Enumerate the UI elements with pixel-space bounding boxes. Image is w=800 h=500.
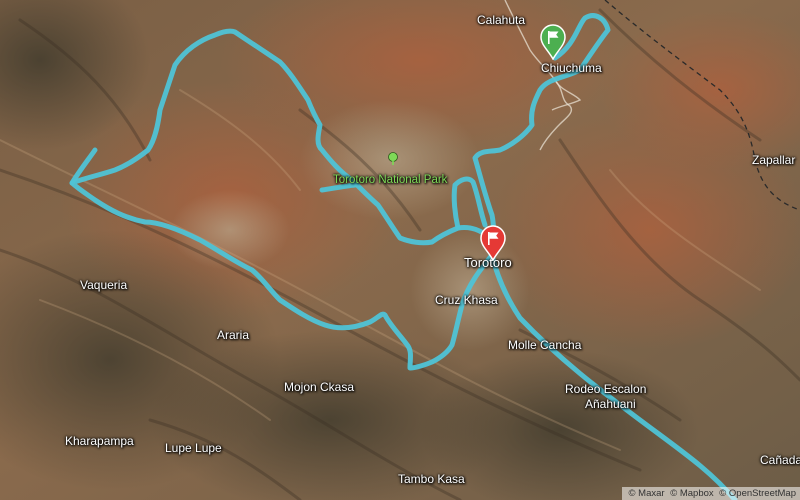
place-label-mojon-ckasa: Mojon Ckasa xyxy=(284,380,355,394)
attribution-osm[interactable]: © OpenStreetMap xyxy=(719,488,796,499)
end-marker[interactable] xyxy=(479,225,507,261)
place-label-canada: Cañada xyxy=(760,453,800,467)
map-attribution: © Maxar © Mapbox © OpenStreetMap xyxy=(621,487,800,500)
place-label-araria: Araria xyxy=(217,328,250,342)
place-label-anahuani: Añahuani xyxy=(585,397,636,411)
place-label-tambo-kasa: Tambo Kasa xyxy=(398,472,465,486)
place-label-lupe-lupe: Lupe Lupe xyxy=(165,441,222,455)
park-label: Torotoro National Park xyxy=(333,174,448,186)
start-marker[interactable] xyxy=(539,24,567,60)
place-label-zapallar: Zapallar xyxy=(752,153,796,167)
place-label-rodeo-escalon: Rodeo Escalon xyxy=(565,382,647,396)
place-label-calahuta: Calahuta xyxy=(477,13,526,27)
attribution-mapbox[interactable]: © Mapbox xyxy=(670,488,713,499)
satellite-terrain xyxy=(0,0,800,500)
place-label-cruz-khasa: Cruz Khasa xyxy=(435,293,498,307)
place-label-vaqueria: Vaqueria xyxy=(80,278,128,292)
tree-icon xyxy=(388,152,398,165)
attribution-maxar[interactable]: © Maxar xyxy=(629,488,665,499)
place-label-chiuchuma: Chiuchuma xyxy=(541,61,602,75)
map-view[interactable]: Calahuta Chiuchuma Torotoro Cruz Khasa M… xyxy=(0,0,800,500)
place-label-kharapampa: Kharapampa xyxy=(65,434,134,448)
place-label-molle-cancha: Molle Cancha xyxy=(508,338,582,352)
